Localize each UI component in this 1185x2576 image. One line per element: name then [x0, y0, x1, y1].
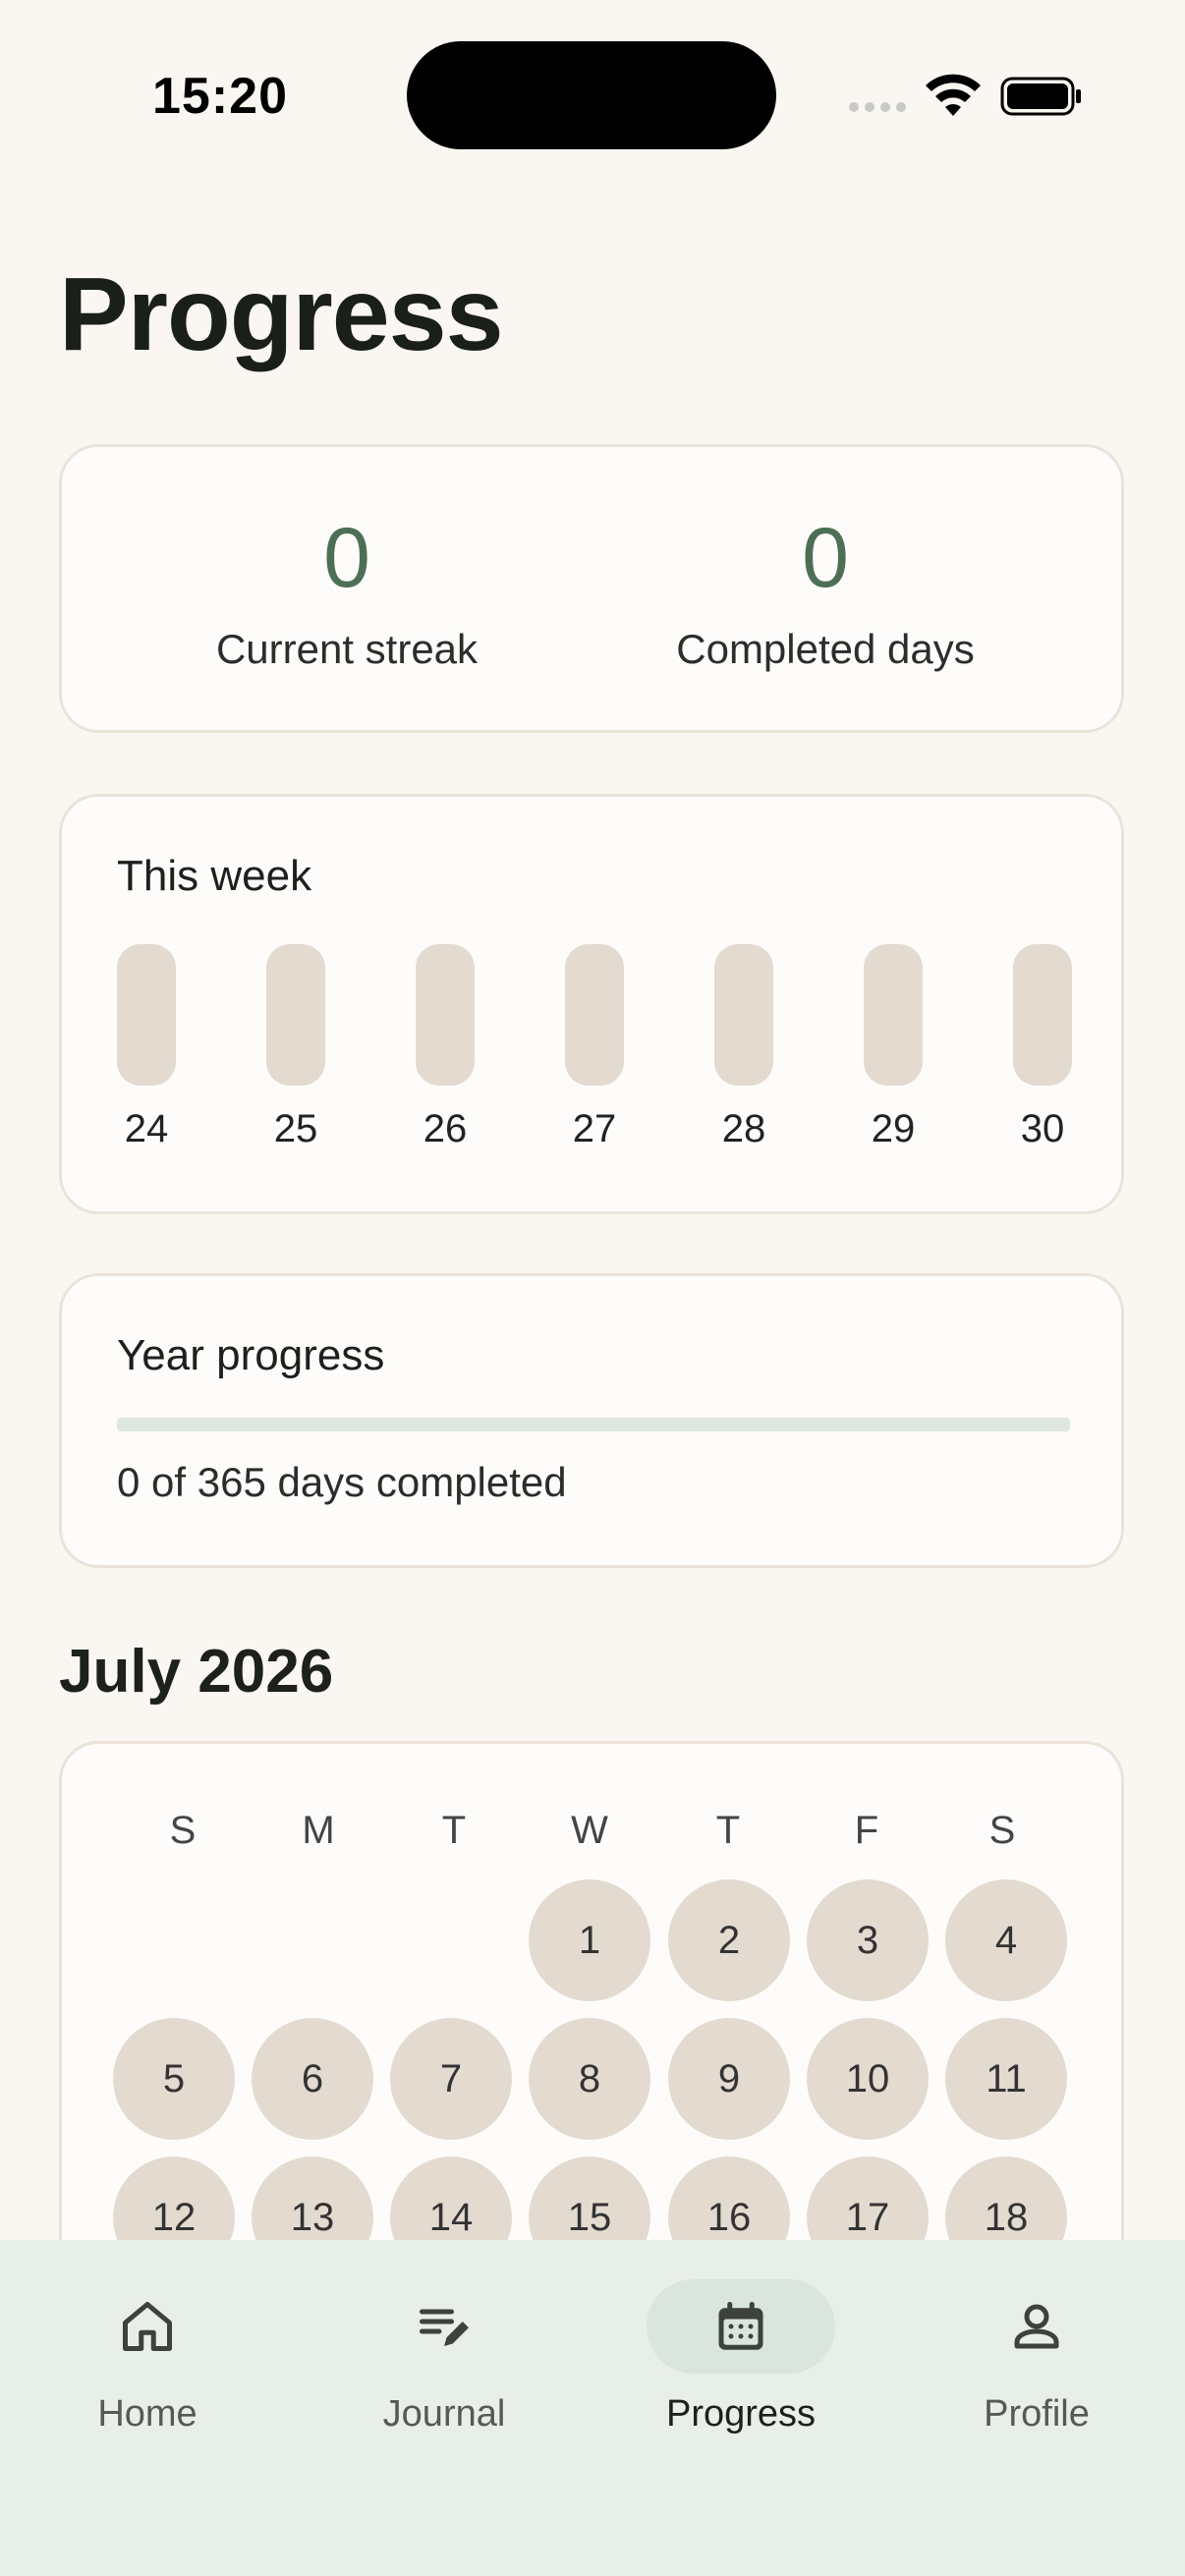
calendar-day[interactable]: 4 — [945, 1879, 1067, 2001]
calendar-day[interactable]: 2 — [668, 1879, 790, 2001]
year-progress-card: Year progress 0 of 365 days completed — [59, 1273, 1124, 1568]
wifi-icon — [926, 74, 981, 116]
this-week-card: This week 24 25 26 27 28 29 30 — [59, 794, 1124, 1214]
battery-icon — [1000, 77, 1081, 116]
day-status-pill — [714, 944, 773, 1086]
weekday-header: M — [302, 1809, 335, 1852]
home-icon — [123, 2302, 172, 2351]
nav-icon-container — [53, 2279, 242, 2374]
page-title: Progress — [59, 256, 504, 372]
weekday-header: T — [441, 1809, 467, 1852]
journal-edit-icon — [420, 2309, 469, 2346]
day-status-pill — [864, 944, 923, 1086]
week-day-number: 30 — [1020, 1107, 1065, 1150]
completed-days-stat: 0 Completed days — [580, 516, 1071, 673]
stats-card: 0 Current streak 0 Completed days — [59, 444, 1124, 733]
year-progress-bar — [117, 1418, 1070, 1431]
nav-item-progress[interactable]: Progress — [633, 2279, 849, 2436]
week-day[interactable]: 27 — [564, 944, 625, 1151]
nav-icon-container — [647, 2279, 835, 2374]
status-bar: 15:20 — [0, 0, 1185, 187]
week-day[interactable]: 26 — [415, 944, 476, 1151]
cellular-signal-icon — [849, 102, 906, 112]
weekday-header: S — [169, 1809, 197, 1852]
this-week-title: This week — [117, 852, 312, 900]
nav-label: Journal — [382, 2393, 506, 2435]
calendar-icon — [718, 2302, 763, 2350]
week-day[interactable]: 24 — [116, 944, 177, 1151]
year-progress-text: 0 of 365 days completed — [117, 1459, 567, 1505]
day-status-pill — [416, 944, 475, 1086]
current-streak-stat: 0 Current streak — [101, 516, 592, 673]
dynamic-island — [407, 41, 776, 149]
week-day-number: 27 — [572, 1107, 617, 1150]
day-status-pill — [1013, 944, 1072, 1086]
week-day-number: 28 — [721, 1107, 766, 1150]
week-day-number: 25 — [273, 1107, 318, 1150]
nav-icon-container — [350, 2279, 538, 2374]
calendar-day[interactable]: 6 — [252, 2018, 373, 2140]
nav-icon-container — [942, 2279, 1131, 2374]
week-day[interactable]: 30 — [1012, 944, 1073, 1151]
day-status-pill — [117, 944, 176, 1086]
week-day[interactable]: 25 — [265, 944, 326, 1151]
bottom-navigation: Home Journal Progress Profile — [0, 2240, 1185, 2576]
nav-label: Profile — [984, 2393, 1090, 2435]
calendar-month-title: July 2026 — [59, 1638, 334, 1706]
nav-label: Progress — [665, 2393, 817, 2435]
calendar-day[interactable]: 3 — [807, 1879, 929, 2001]
calendar-day[interactable]: 8 — [529, 2018, 650, 2140]
week-day-number: 29 — [871, 1107, 916, 1150]
week-day[interactable]: 28 — [713, 944, 774, 1151]
weekday-header: T — [715, 1809, 741, 1852]
person-icon — [1014, 2304, 1059, 2349]
calendar-day[interactable]: 5 — [113, 2018, 235, 2140]
nav-item-profile[interactable]: Profile — [929, 2279, 1145, 2436]
calendar-day[interactable]: 7 — [390, 2018, 512, 2140]
completed-days-label: Completed days — [676, 626, 975, 672]
weekday-header: W — [571, 1809, 608, 1852]
current-streak-label: Current streak — [215, 626, 479, 672]
day-status-pill — [565, 944, 624, 1086]
nav-label: Home — [97, 2393, 198, 2435]
day-status-pill — [266, 944, 325, 1086]
year-progress-title: Year progress — [117, 1331, 385, 1379]
week-day-number: 24 — [124, 1107, 169, 1150]
calendar-day[interactable]: 10 — [807, 2018, 929, 2140]
completed-days-value: 0 — [802, 511, 849, 605]
nav-item-home[interactable]: Home — [39, 2279, 255, 2436]
calendar-day[interactable]: 11 — [945, 2018, 1067, 2140]
weekday-header: S — [988, 1809, 1016, 1852]
nav-item-journal[interactable]: Journal — [336, 2279, 552, 2436]
calendar-day[interactable]: 9 — [668, 2018, 790, 2140]
current-streak-value: 0 — [323, 511, 370, 605]
status-time: 15:20 — [152, 68, 288, 125]
calendar-day[interactable]: 1 — [529, 1879, 650, 2001]
week-day-number: 26 — [423, 1107, 468, 1150]
week-day[interactable]: 29 — [863, 944, 924, 1151]
weekday-header: F — [854, 1809, 879, 1852]
